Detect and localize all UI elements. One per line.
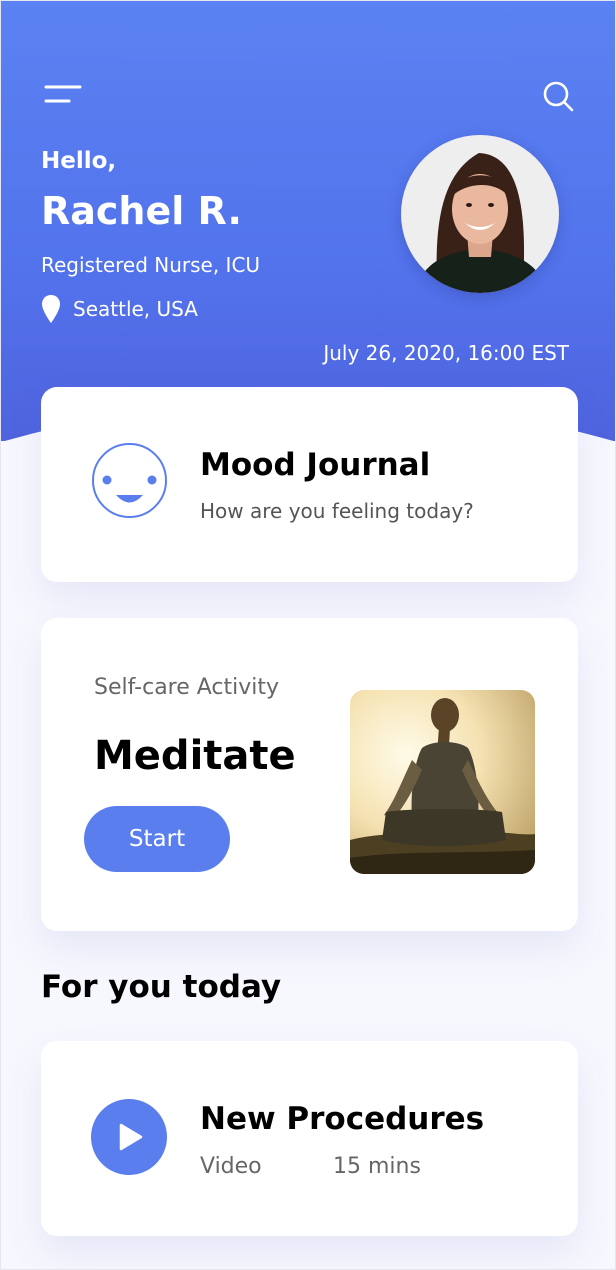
activity-label: Self-care Activity (94, 675, 280, 700)
meditation-image (350, 690, 535, 874)
greeting-text: Hello, (41, 148, 117, 174)
user-role: Registered Nurse, ICU (41, 253, 261, 277)
smiley-face-icon (92, 443, 167, 518)
procedure-title: New Procedures (200, 1101, 485, 1137)
content-type-label: Video (200, 1154, 262, 1179)
search-icon[interactable] (541, 79, 575, 113)
mood-journal-subtitle: How are you feeling today? (200, 499, 474, 523)
current-datetime: July 26, 2020, 16:00 EST (323, 341, 569, 365)
map-pin-icon (42, 295, 60, 323)
activity-title: Meditate (94, 733, 296, 779)
profile-avatar[interactable] (401, 135, 559, 293)
mood-journal-card[interactable]: Mood Journal How are you feeling today? (41, 387, 578, 582)
user-name: Rachel R. (41, 189, 242, 233)
new-procedures-card[interactable]: New Procedures Video 15 mins (41, 1041, 578, 1236)
start-button[interactable]: Start (84, 806, 230, 872)
location-label: Seattle, USA (73, 297, 198, 321)
for-you-today-heading: For you today (41, 969, 282, 1005)
play-icon (119, 1123, 143, 1151)
user-location: Seattle, USA (41, 294, 198, 324)
hamburger-menu-icon[interactable] (43, 83, 83, 107)
duration-label: 15 mins (333, 1154, 421, 1179)
app-screen: Hello, Rachel R. Registered Nurse, ICU S… (0, 0, 616, 1270)
play-button[interactable] (91, 1099, 167, 1175)
mood-journal-title: Mood Journal (200, 447, 431, 483)
self-care-activity-card: Self-care Activity Meditate Start (41, 618, 578, 931)
